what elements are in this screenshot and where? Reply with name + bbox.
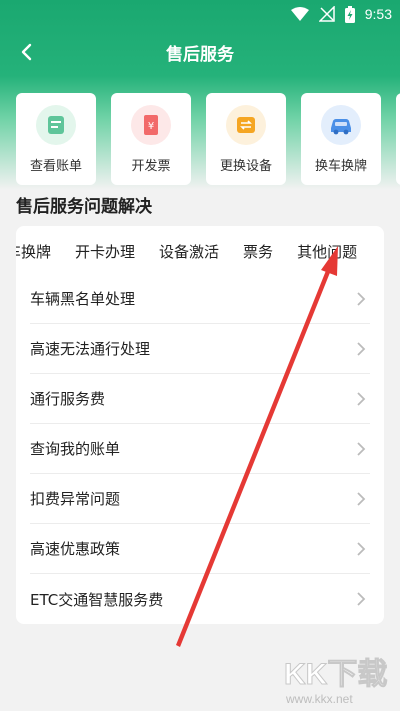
invoice-icon: ¥ bbox=[131, 105, 171, 145]
list-item-label: 车辆黑名单处理 bbox=[30, 290, 136, 308]
list-item[interactable]: 查询我的账单 bbox=[30, 424, 370, 474]
list-item[interactable]: 扣费异常问题 bbox=[30, 474, 370, 524]
chevron-right-icon bbox=[357, 592, 366, 606]
list-item[interactable]: 高速优惠政策 bbox=[30, 524, 370, 574]
status-time: 9:53 bbox=[364, 6, 392, 22]
list-item-label: 高速无法通行处理 bbox=[30, 340, 151, 358]
chevron-right-icon bbox=[357, 492, 366, 506]
chevron-right-icon bbox=[357, 342, 366, 356]
nav-bar: 售后服务 bbox=[0, 32, 400, 72]
quick-action-invoice[interactable]: ¥ 开发票 bbox=[111, 93, 191, 185]
no-signal-icon bbox=[318, 6, 335, 22]
quick-action-swap-device[interactable]: 更换设备 bbox=[206, 93, 286, 185]
battery-charging-icon bbox=[344, 5, 355, 23]
tab-tickets[interactable]: 票务 bbox=[243, 241, 273, 262]
quick-action-label: 换车换牌 bbox=[314, 159, 367, 174]
watermark: KK下载 www.kkx.net bbox=[282, 652, 392, 708]
bill-icon bbox=[36, 105, 76, 145]
tab-device-activation[interactable]: 设备激活 bbox=[159, 241, 219, 262]
chevron-right-icon bbox=[357, 542, 366, 556]
list-item-label: 扣费异常问题 bbox=[30, 490, 121, 508]
category-tabs[interactable]: 车换牌 开卡办理 设备激活 票务 其他问题 bbox=[16, 226, 384, 274]
status-bar: 9:53 bbox=[0, 0, 400, 28]
wifi-icon bbox=[290, 7, 309, 21]
quick-action-more[interactable] bbox=[396, 93, 400, 185]
list-item-label: 通行服务费 bbox=[30, 390, 106, 408]
quick-actions-row: 查看账单 ¥ 开发票 更换设备 换车换牌 bbox=[16, 93, 400, 185]
list-item[interactable]: 通行服务费 bbox=[30, 374, 370, 424]
chevron-right-icon bbox=[357, 392, 366, 406]
faq-list: 车辆黑名单处理 高速无法通行处理 通行服务费 查询我的账单 扣费异常问题 高速优… bbox=[30, 274, 370, 624]
list-item[interactable]: 车辆黑名单处理 bbox=[30, 274, 370, 324]
quick-action-label: 开发票 bbox=[131, 159, 171, 174]
faq-panel: 车换牌 开卡办理 设备激活 票务 其他问题 车辆黑名单处理 高速无法通行处理 通… bbox=[16, 226, 384, 624]
watermark-url: www.kkx.net bbox=[286, 692, 353, 706]
tab-change-plate[interactable]: 车换牌 bbox=[16, 241, 51, 262]
list-item-label: ETC交通智慧服务费 bbox=[30, 590, 164, 609]
watermark-logo: KK下载 bbox=[284, 658, 388, 692]
svg-text:KK下载: KK下载 bbox=[284, 658, 387, 691]
chevron-right-icon bbox=[357, 292, 366, 306]
tab-other-questions[interactable]: 其他问题 bbox=[297, 241, 357, 262]
section-title: 售后服务问题解决 bbox=[16, 197, 152, 217]
quick-action-label: 更换设备 bbox=[219, 159, 272, 174]
swap-device-icon bbox=[226, 105, 266, 145]
quick-action-view-bill[interactable]: 查看账单 bbox=[16, 93, 96, 185]
list-item[interactable]: 高速无法通行处理 bbox=[30, 324, 370, 374]
list-item-label: 查询我的账单 bbox=[30, 440, 121, 458]
page-title: 售后服务 bbox=[166, 45, 234, 65]
chevron-right-icon bbox=[357, 442, 366, 456]
tab-card-application[interactable]: 开卡办理 bbox=[75, 241, 135, 262]
list-item-label: 高速优惠政策 bbox=[30, 540, 121, 558]
quick-action-label: 查看账单 bbox=[29, 159, 82, 174]
list-item[interactable]: ETC交通智慧服务费 bbox=[30, 574, 370, 624]
quick-action-change-plate[interactable]: 换车换牌 bbox=[301, 93, 381, 185]
svg-text:¥: ¥ bbox=[148, 121, 154, 132]
car-icon bbox=[321, 105, 361, 145]
